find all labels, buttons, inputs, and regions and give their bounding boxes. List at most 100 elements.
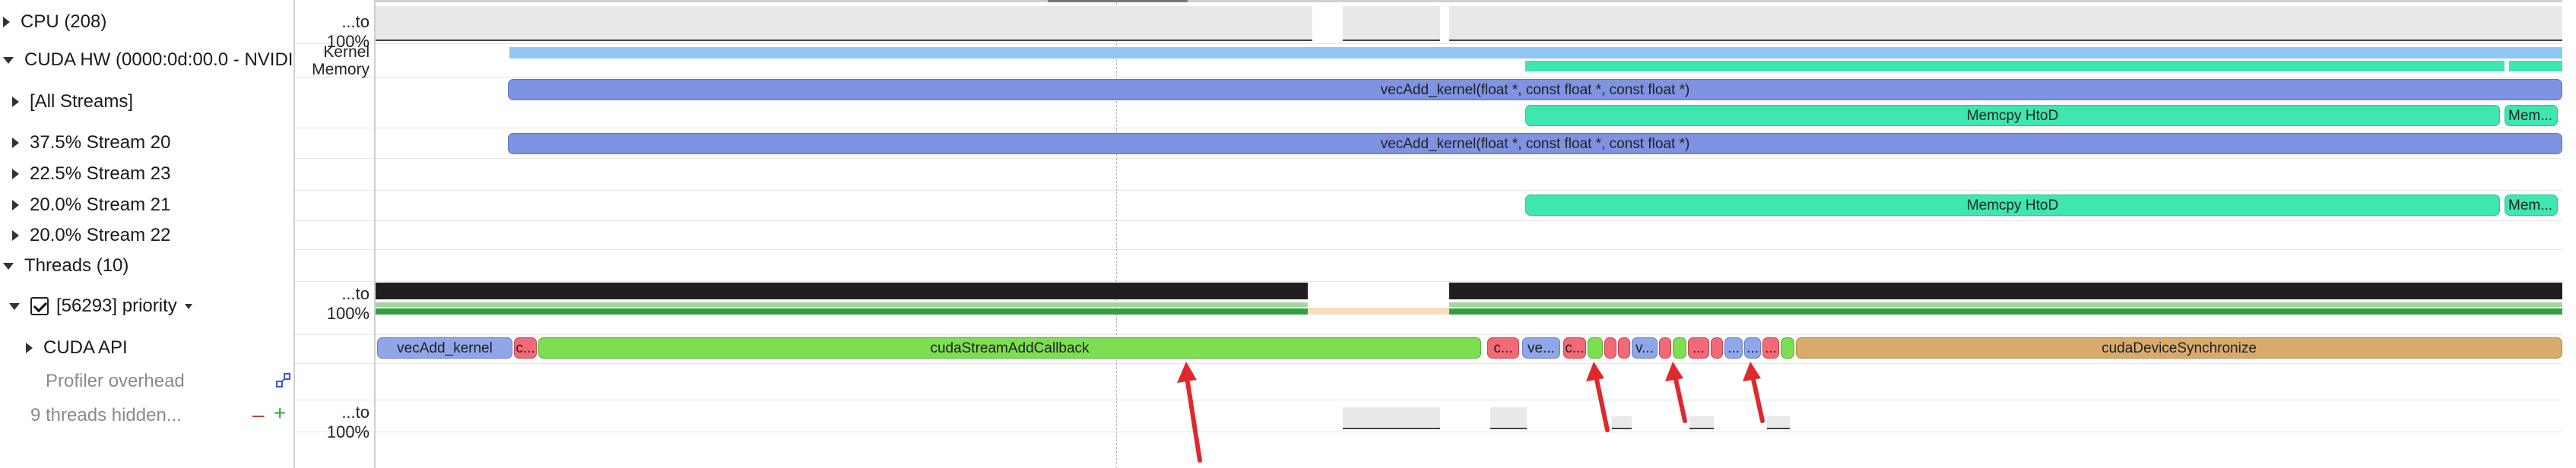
hidden-thread-activity bbox=[1490, 407, 1527, 428]
priority-thread-row-label[interactable]: [56293] priority bbox=[9, 291, 203, 321]
api-call-bar[interactable]: c... bbox=[1487, 337, 1519, 359]
api-call-label: c... bbox=[1493, 340, 1513, 356]
thread-scale-label: ...to 100% bbox=[326, 284, 370, 323]
expand-icon[interactable] bbox=[12, 138, 19, 148]
api-call-bar[interactable] bbox=[1618, 337, 1630, 359]
minus-icon[interactable]: – bbox=[252, 403, 265, 427]
expand-icon[interactable] bbox=[12, 200, 19, 210]
api-callback-label: cudaStreamAddCallback bbox=[930, 340, 1090, 356]
api-call-bar[interactable]: c... bbox=[1563, 337, 1586, 359]
memcpy-htod-bar[interactable]: Mem... bbox=[2505, 105, 2558, 126]
memory-gap bbox=[2505, 61, 2509, 71]
expand-icon[interactable] bbox=[12, 230, 19, 241]
threads-row-label[interactable]: Threads (10) bbox=[3, 251, 128, 281]
memory-utilization-bar[interactable] bbox=[1525, 61, 2562, 71]
api-call-label: ... bbox=[1746, 340, 1759, 356]
api-call-bar[interactable] bbox=[1659, 337, 1671, 359]
api-call-label: ... bbox=[1692, 340, 1705, 356]
api-call-bar[interactable]: ... bbox=[1762, 337, 1779, 359]
time-cursor-line bbox=[1116, 2, 1117, 468]
ruler-highlight bbox=[1048, 0, 1188, 2]
profiler-overhead-label: Profiler overhead bbox=[46, 371, 185, 391]
api-call-bar[interactable] bbox=[1588, 337, 1603, 359]
api-call-label: c... bbox=[1565, 340, 1585, 356]
cpu-row-label[interactable]: CPU (208) bbox=[3, 7, 106, 37]
hidden-thread-activity bbox=[1343, 407, 1440, 428]
api-call-bar[interactable]: ... bbox=[1744, 337, 1761, 359]
all-streams-row-label[interactable]: [All Streams] bbox=[12, 87, 133, 117]
all-streams-label: [All Streams] bbox=[30, 91, 134, 112]
hidden-baseline bbox=[1343, 428, 1440, 429]
memcpy-htod-bar[interactable]: Mem... bbox=[2505, 194, 2558, 216]
api-call-bar[interactable]: v... bbox=[1632, 337, 1658, 359]
cpu-utilization-block bbox=[1343, 6, 1440, 40]
memcpy-htod-bar[interactable]: Memcpy HtoD bbox=[1525, 105, 2500, 126]
red-arrow-icon bbox=[1743, 362, 1765, 423]
cpu-baseline bbox=[1343, 40, 1440, 41]
api-call-bar[interactable]: ve... bbox=[1522, 337, 1560, 359]
api-vecadd-kernel-bar[interactable]: vecAdd_kernel bbox=[377, 337, 512, 359]
hidden-scale-label: ...to 100% bbox=[326, 403, 370, 441]
priority-thread-label: [56293] priority bbox=[56, 296, 177, 316]
expand-icon[interactable] bbox=[12, 169, 19, 179]
memcpy-htod-bar[interactable]: Memcpy HtoD bbox=[1525, 194, 2500, 216]
api-call-label: ve... bbox=[1528, 340, 1555, 356]
vecadd-kernel-bar[interactable]: vecAdd_kernel(float *, const float *, co… bbox=[508, 79, 2562, 100]
cpu-baseline bbox=[376, 40, 1312, 41]
collapse-icon[interactable] bbox=[3, 56, 14, 64]
dropdown-icon[interactable] bbox=[184, 303, 192, 309]
api-call-bar[interactable] bbox=[1781, 337, 1794, 359]
plus-icon[interactable]: + bbox=[274, 401, 286, 425]
thread-running-strip bbox=[376, 308, 1308, 315]
stream-20-row-label[interactable]: 37.5% Stream 20 bbox=[12, 128, 170, 158]
hidden-baseline bbox=[1490, 428, 1527, 429]
api-call-bar[interactable] bbox=[1673, 337, 1686, 359]
thread-state-strip bbox=[1308, 308, 1449, 315]
cpu-label: CPU (208) bbox=[21, 11, 107, 32]
vecadd-kernel-label: vecAdd_kernel(float *, const float *, co… bbox=[1380, 135, 1690, 152]
api-call-label: v... bbox=[1635, 340, 1654, 356]
link-icon[interactable] bbox=[275, 372, 292, 389]
hidden-threads-row-label[interactable]: 9 threads hidden... bbox=[30, 400, 182, 431]
cuda-hw-label: CUDA HW (0000:0d:00.0 - NVIDI bbox=[24, 49, 293, 70]
red-arrow-icon bbox=[1586, 362, 1610, 432]
memory-scale-label: Memory bbox=[312, 61, 370, 78]
api-call-label: c... bbox=[516, 340, 535, 356]
cpu-baseline bbox=[1449, 40, 2562, 41]
expand-icon[interactable] bbox=[26, 343, 33, 353]
cuda-hw-row-label[interactable]: CUDA HW (0000:0d:00.0 - NVIDI bbox=[3, 45, 293, 75]
scale-column: ...to 100% Kernel Memory ...to 100% ...t… bbox=[295, 0, 376, 468]
kernel-utilization-bar[interactable] bbox=[509, 47, 2562, 58]
thread-running-strip bbox=[1449, 308, 2562, 315]
cuda-api-row-label[interactable]: CUDA API bbox=[26, 333, 128, 363]
memcpy-label: Memcpy HtoD bbox=[1966, 107, 2059, 124]
stream-20-label: 37.5% Stream 20 bbox=[30, 132, 171, 153]
api-call-bar[interactable] bbox=[1604, 337, 1616, 359]
profiler-overhead-row-label: Profiler overhead bbox=[46, 366, 185, 397]
cuda-api-label: CUDA API bbox=[43, 337, 128, 358]
vecadd-kernel-label: vecAdd_kernel(float *, const float *, co… bbox=[1380, 81, 1690, 98]
expand-icon[interactable] bbox=[12, 96, 19, 107]
api-stream-add-callback-bar[interactable]: cudaStreamAddCallback bbox=[538, 337, 1481, 359]
memcpy-label: Memcpy HtoD bbox=[1966, 197, 2059, 213]
stream-23-row-label[interactable]: 22.5% Stream 23 bbox=[12, 159, 170, 189]
stream-22-row-label[interactable]: 20.0% Stream 22 bbox=[12, 220, 170, 251]
collapse-icon[interactable] bbox=[9, 302, 20, 310]
timeline-area[interactable]: vecAdd_kernel(float *, const float *, co… bbox=[376, 0, 2562, 468]
kernel-scale-label: Kernel bbox=[323, 43, 370, 61]
cpu-utilization-block bbox=[376, 6, 1312, 40]
collapse-icon[interactable] bbox=[3, 262, 14, 270]
threads-label: Threads (10) bbox=[24, 255, 129, 276]
stream-21-row-label[interactable]: 20.0% Stream 21 bbox=[12, 190, 170, 220]
api-call-label: ... bbox=[1727, 340, 1740, 356]
api-call-bar[interactable]: c... bbox=[514, 337, 537, 359]
api-call-bar[interactable] bbox=[1711, 337, 1723, 359]
api-call-bar[interactable]: ... bbox=[1724, 337, 1743, 359]
api-call-bar[interactable]: ... bbox=[1688, 337, 1709, 359]
expand-icon[interactable] bbox=[3, 17, 10, 27]
thread-busy-block bbox=[376, 283, 1308, 299]
api-device-synchronize-bar[interactable]: cudaDeviceSynchronize bbox=[1796, 337, 2562, 359]
vecadd-kernel-bar[interactable]: vecAdd_kernel(float *, const float *, co… bbox=[508, 133, 2562, 154]
row-labels-panel: CPU (208) CUDA HW (0000:0d:00.0 - NVIDI … bbox=[0, 0, 295, 468]
thread-checkbox[interactable] bbox=[30, 297, 49, 315]
